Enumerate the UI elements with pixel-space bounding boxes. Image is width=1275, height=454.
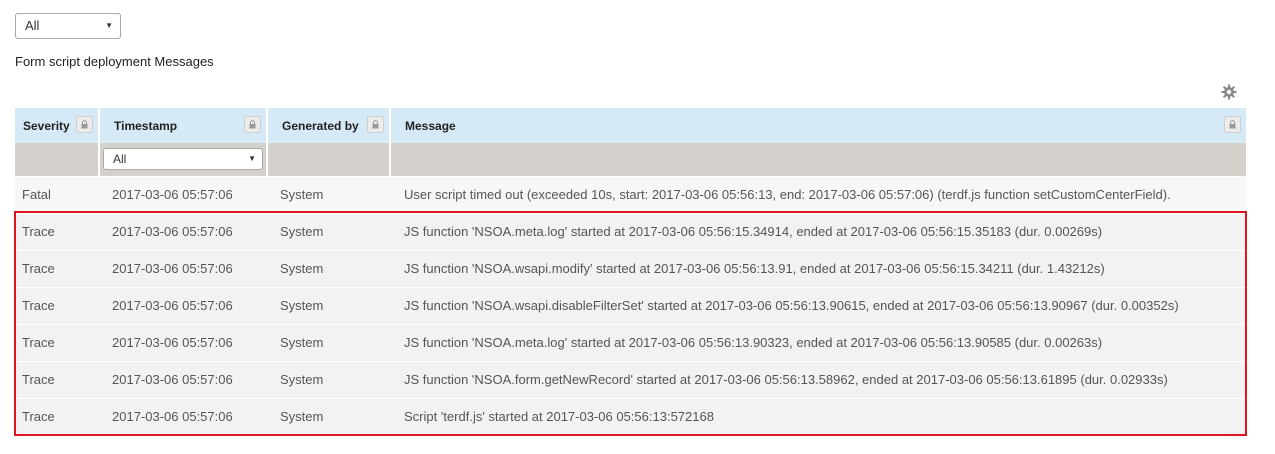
- column-header-label: Timestamp: [114, 118, 178, 133]
- filter-row: All ▼: [15, 143, 1246, 176]
- messages-table: Severity Timestamp Generated by Message: [15, 108, 1246, 435]
- column-header-timestamp[interactable]: Timestamp: [98, 108, 267, 143]
- column-header-label: Generated by: [282, 118, 359, 133]
- lock-icon[interactable]: [76, 116, 93, 133]
- table-row[interactable]: Trace 2017-03-06 05:57:06 System JS func…: [15, 360, 1246, 398]
- generated-by-cell: System: [267, 397, 390, 435]
- generated-by-cell: System: [267, 323, 390, 361]
- generated-by-cell: System: [267, 175, 390, 213]
- lock-icon[interactable]: [1224, 116, 1241, 133]
- table-row[interactable]: Trace 2017-03-06 05:57:06 System Script …: [15, 397, 1246, 435]
- table-row[interactable]: Trace 2017-03-06 05:57:06 System JS func…: [15, 286, 1246, 324]
- timestamp-cell: 2017-03-06 05:57:06: [99, 286, 267, 324]
- severity-filter-select[interactable]: All ▼: [15, 13, 121, 39]
- message-cell: JS function 'NSOA.form.getNewRecord' sta…: [390, 360, 1246, 398]
- column-header-label: Message: [405, 118, 456, 133]
- column-header-generated-by[interactable]: Generated by: [266, 108, 390, 143]
- timestamp-cell: 2017-03-06 05:57:06: [99, 175, 267, 213]
- generated-by-cell: System: [267, 212, 390, 250]
- severity-filter-value: All: [25, 18, 40, 33]
- timestamp-cell: 2017-03-06 05:57:06: [99, 249, 267, 287]
- severity-cell: Trace: [15, 397, 99, 435]
- filter-cell-message: [389, 143, 1246, 176]
- chevron-down-icon: ▼: [105, 21, 113, 30]
- timestamp-cell: 2017-03-06 05:57:06: [99, 212, 267, 250]
- chevron-down-icon: ▼: [248, 154, 256, 164]
- severity-cell: Trace: [15, 249, 99, 287]
- message-cell: JS function 'NSOA.meta.log' started at 2…: [390, 323, 1246, 361]
- lock-icon[interactable]: [244, 116, 261, 133]
- column-header-severity[interactable]: Severity: [15, 108, 99, 143]
- filter-cell-severity: [15, 143, 99, 176]
- column-header-label: Severity: [23, 118, 70, 133]
- generated-by-cell: System: [267, 249, 390, 287]
- column-header-message[interactable]: Message: [389, 108, 1246, 143]
- timestamp-filter-value: All: [113, 152, 127, 167]
- table-row[interactable]: Fatal 2017-03-06 05:57:06 System User sc…: [15, 175, 1246, 213]
- table-header-row: Severity Timestamp Generated by Message: [15, 108, 1246, 143]
- gear-icon[interactable]: [1221, 84, 1237, 100]
- table-row[interactable]: Trace 2017-03-06 05:57:06 System JS func…: [15, 323, 1246, 361]
- timestamp-cell: 2017-03-06 05:57:06: [99, 397, 267, 435]
- message-cell: JS function 'NSOA.wsapi.modify' started …: [390, 249, 1246, 287]
- severity-cell: Trace: [15, 323, 99, 361]
- table-row[interactable]: Trace 2017-03-06 05:57:06 System JS func…: [15, 249, 1246, 287]
- severity-cell: Trace: [15, 286, 99, 324]
- message-cell: User script timed out (exceeded 10s, sta…: [390, 175, 1246, 213]
- timestamp-filter-select[interactable]: All ▼: [103, 148, 263, 171]
- filter-cell-generated-by: [266, 143, 390, 176]
- severity-cell: Trace: [15, 212, 99, 250]
- severity-cell: Fatal: [15, 175, 99, 213]
- generated-by-cell: System: [267, 360, 390, 398]
- message-cell: JS function 'NSOA.wsapi.disableFilterSet…: [390, 286, 1246, 324]
- messages-page: All ▼ Form script deployment Messages Se…: [0, 0, 1275, 454]
- timestamp-cell: 2017-03-06 05:57:06: [99, 323, 267, 361]
- severity-cell: Trace: [15, 360, 99, 398]
- filter-cell-timestamp: All ▼: [98, 143, 267, 176]
- generated-by-cell: System: [267, 286, 390, 324]
- message-cell: JS function 'NSOA.meta.log' started at 2…: [390, 212, 1246, 250]
- section-title: Form script deployment Messages: [15, 54, 214, 69]
- table-row[interactable]: Trace 2017-03-06 05:57:06 System JS func…: [15, 212, 1246, 250]
- message-cell: Script 'terdf.js' started at 2017-03-06 …: [390, 397, 1246, 435]
- lock-icon[interactable]: [367, 116, 384, 133]
- timestamp-cell: 2017-03-06 05:57:06: [99, 360, 267, 398]
